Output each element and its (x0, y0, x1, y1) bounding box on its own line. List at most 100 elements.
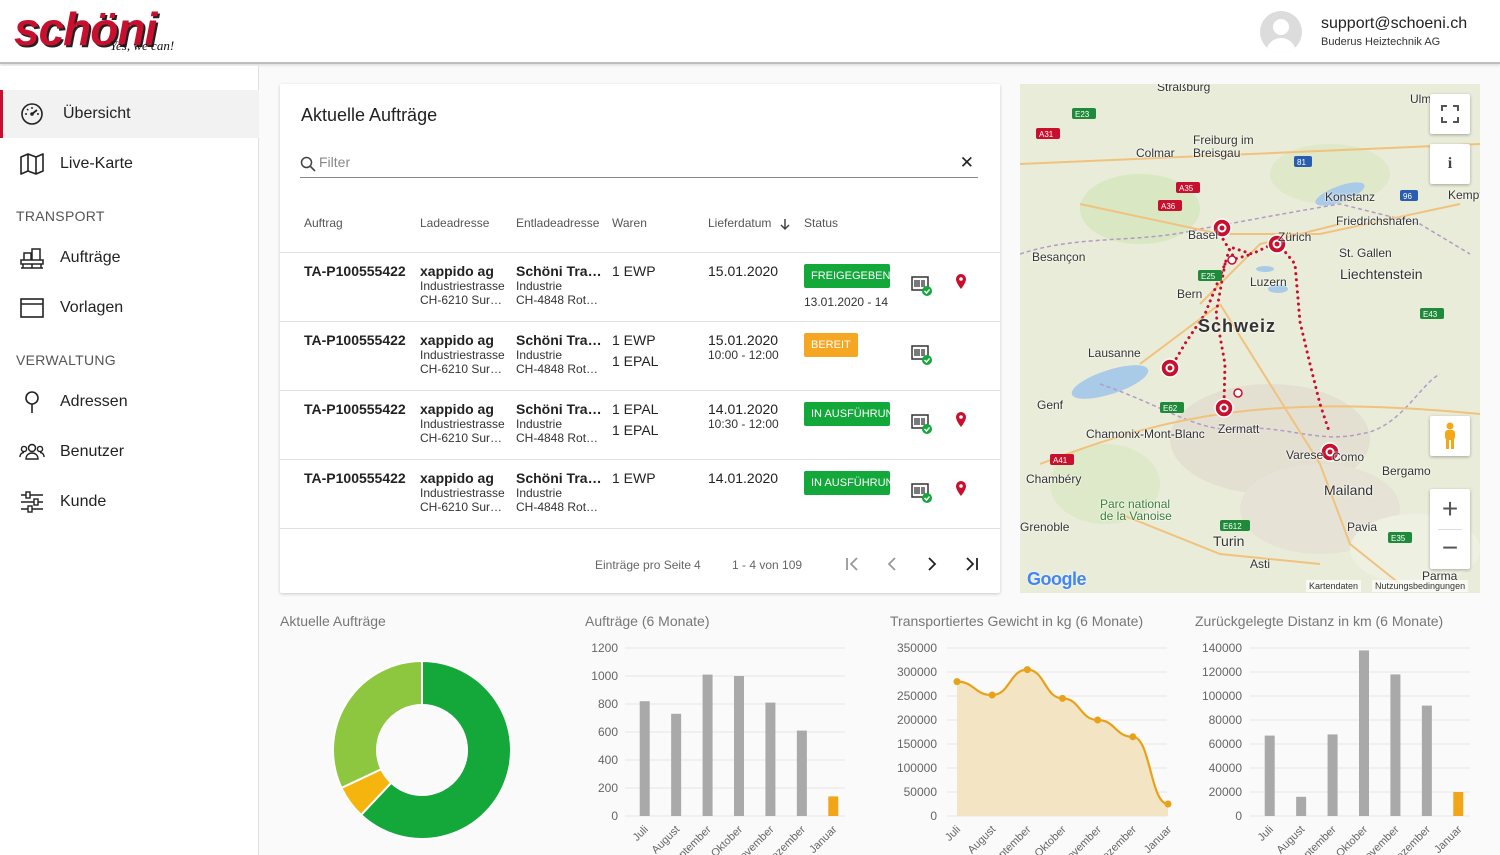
order-id[interactable]: TA-P100555422 (304, 332, 416, 348)
area-point[interactable] (1023, 666, 1031, 674)
column-header-status[interactable]: Status (804, 216, 838, 230)
map-label: Ulm (1410, 92, 1432, 106)
x-tick-label: Juli (631, 824, 651, 844)
order-id[interactable]: TA-P100555422 (304, 263, 416, 279)
svg-text:A31: A31 (1039, 130, 1054, 139)
route-marker-icon[interactable] (1214, 398, 1234, 418)
orders-title: Aktuelle Aufträge (301, 105, 438, 125)
sidebar-item-label: Kunde (60, 493, 107, 510)
road-shield: A35 (1176, 182, 1200, 193)
road-shield: E23 (1072, 108, 1096, 119)
y-tick-label: 100000 (897, 761, 937, 775)
chart-title-distanz: Zurückgelegte Distanz in km (6 Monate) (1195, 613, 1444, 629)
area-point[interactable] (1129, 733, 1137, 741)
delivery-date: 14.01.2020 (708, 401, 779, 417)
per-page-select[interactable]: 4 (694, 558, 701, 572)
bar[interactable] (765, 702, 776, 816)
prev-page-icon[interactable] (882, 554, 902, 574)
y-tick-label: 350000 (897, 641, 937, 655)
user-email[interactable]: support@schoeni.ch (1321, 15, 1467, 33)
scan-document-icon[interactable] (911, 413, 933, 435)
area-point[interactable] (1059, 694, 1066, 702)
sidebar-item-label: Aufträge (60, 249, 121, 266)
order-id[interactable]: TA-P100555422 (304, 401, 416, 417)
column-header-lieferdatum[interactable]: Lieferdatum (708, 216, 771, 230)
sidebar-item-adressen[interactable]: Adressen (0, 378, 259, 426)
sidebar-item-benutzer[interactable]: Benutzer (0, 428, 259, 476)
bar[interactable] (1264, 735, 1275, 816)
bar[interactable] (1296, 796, 1307, 816)
filter-input[interactable] (319, 154, 919, 170)
bar[interactable] (796, 730, 807, 816)
user-avatar-icon[interactable] (1260, 11, 1302, 53)
goods-item: 1 EWP (612, 263, 656, 279)
zoom-out-button[interactable]: − (1430, 529, 1470, 569)
live-map[interactable]: A31 E23 A35 A36 E25 81 96 E43 E62 A41 E612 E35 Stra… (1020, 84, 1480, 593)
map-info-button[interactable]: i (1430, 144, 1470, 184)
location-pin-icon[interactable] (950, 410, 972, 432)
sidebar-item-auftraege[interactable]: Aufträge (0, 234, 259, 282)
column-header-auftrag[interactable]: Auftrag (304, 216, 343, 230)
load-city: CH-6210 Sursee (420, 293, 506, 307)
window-icon (20, 298, 44, 318)
order-id[interactable]: TA-P100555422 (304, 470, 416, 486)
scan-document-icon[interactable] (911, 344, 933, 366)
terms-link[interactable]: Nutzungsbedingungen (1372, 580, 1469, 592)
unload-street: Industrie (516, 417, 563, 431)
sort-arrow-down-icon[interactable] (779, 218, 791, 231)
bar[interactable] (1421, 705, 1432, 816)
clear-filter-icon[interactable]: ✕ (960, 153, 974, 173)
sidebar-item-uebersicht[interactable]: Übersicht (0, 90, 259, 138)
donut-slice[interactable] (332, 659, 423, 790)
column-header-ladeadresse[interactable]: Ladeadresse (420, 216, 489, 230)
bar[interactable] (1327, 734, 1338, 816)
y-tick-label: 60000 (1209, 737, 1243, 751)
route-marker-icon[interactable] (1160, 358, 1180, 378)
svg-text:E43: E43 (1423, 310, 1438, 319)
goods-item: 1 EPAL (612, 401, 659, 417)
bar[interactable] (734, 676, 744, 816)
distance-bar-chart: 0 20000 40000 60000 80000 100000 120000 140000 J… (1202, 641, 1470, 855)
area-point[interactable] (988, 691, 996, 699)
bar[interactable] (702, 674, 713, 816)
first-page-icon[interactable] (842, 554, 862, 574)
street-view-pegman[interactable] (1430, 416, 1470, 456)
road-shield: E612 (1220, 520, 1250, 531)
next-page-icon[interactable] (922, 554, 942, 574)
unload-city: CH-4848 Rothrist (516, 293, 602, 307)
area-point[interactable] (1094, 716, 1102, 724)
column-header-waren[interactable]: Waren (612, 216, 647, 230)
area-point[interactable] (953, 678, 961, 686)
chart-title-auftraege: Aufträge (6 Monate) (585, 613, 710, 629)
map-canvas[interactable]: A31 E23 A35A36 E25 81 96 E43 E62 A41 E612 E35 (1020, 84, 1480, 593)
bar[interactable] (1359, 650, 1369, 816)
column-header-entladeadresse[interactable]: Entladeadresse (516, 216, 599, 230)
schoeni-logo[interactable]: schöni Yes, we can! (14, 3, 214, 56)
map-data-link[interactable]: Kartendaten (1306, 580, 1362, 592)
bar[interactable] (639, 701, 650, 816)
sidebar-item-vorlagen[interactable]: Vorlagen (0, 284, 259, 332)
bar[interactable] (1390, 674, 1401, 816)
sidebar-item-kunde[interactable]: Kunde (0, 478, 259, 526)
location-pin-icon[interactable] (950, 272, 972, 294)
x-tick-label: Januar (1142, 823, 1175, 855)
fullscreen-icon (1441, 105, 1459, 123)
location-pin-icon[interactable] (950, 479, 972, 501)
scan-document-icon[interactable] (911, 482, 933, 504)
map-label: Besançon (1032, 250, 1086, 264)
sidebar-item-live-karte[interactable]: Live-Karte (0, 140, 259, 188)
area-point[interactable] (1164, 800, 1172, 808)
x-tick-label: Dezember (1095, 823, 1140, 855)
users-icon (19, 443, 45, 460)
last-page-icon[interactable] (962, 554, 982, 574)
fullscreen-button[interactable] (1430, 94, 1470, 134)
zoom-in-button[interactable]: + (1430, 489, 1470, 529)
bar[interactable] (671, 713, 682, 816)
scan-document-icon[interactable] (911, 275, 933, 297)
svg-text:E25: E25 (1201, 272, 1216, 281)
bar[interactable] (828, 796, 839, 816)
bar[interactable] (1453, 792, 1464, 816)
map-label: Lausanne (1088, 346, 1141, 360)
area-fill (957, 669, 1168, 816)
google-logo[interactable]: Google (1027, 569, 1087, 590)
